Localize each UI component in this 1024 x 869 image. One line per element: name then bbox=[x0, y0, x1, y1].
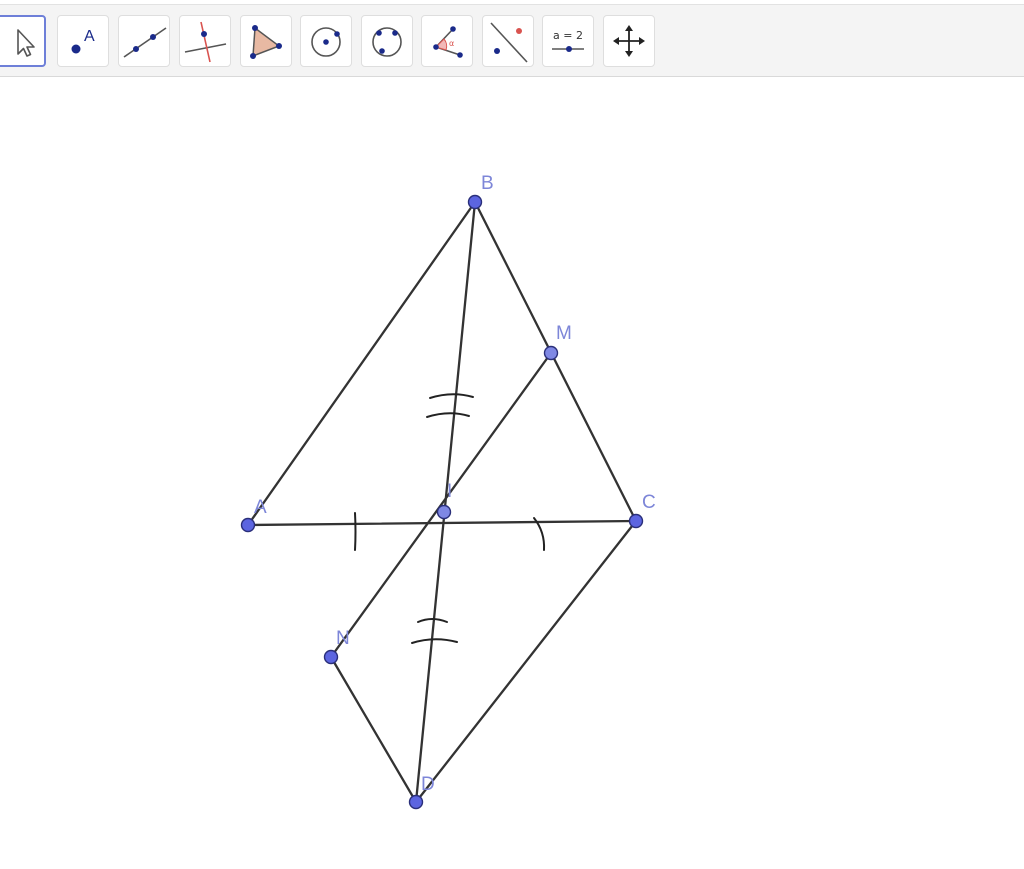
point-label-b: B bbox=[481, 173, 494, 194]
slider-tool-label: a = 2 bbox=[553, 29, 583, 42]
polygon-icon bbox=[250, 25, 282, 59]
slider-icon: a = 2 bbox=[552, 29, 584, 52]
point-c[interactable] bbox=[628, 513, 644, 529]
circle-center-point-tool-button[interactable] bbox=[300, 15, 352, 67]
point-label-c: C bbox=[642, 492, 656, 513]
perpendicular-line-tool-button[interactable] bbox=[179, 15, 231, 67]
point-label-m: M bbox=[556, 323, 572, 344]
segment-ab[interactable] bbox=[246, 200, 477, 527]
geometry-drawing[interactable]: B M A I C N D bbox=[0, 77, 1024, 869]
point-n[interactable] bbox=[323, 649, 339, 665]
graphics-view[interactable]: B M A I C N D bbox=[0, 77, 1024, 869]
point-tool-button[interactable]: A bbox=[57, 15, 109, 67]
double-tick-id-upper bbox=[417, 618, 448, 623]
circle-center-point-icon bbox=[311, 27, 341, 57]
segment-nd[interactable] bbox=[329, 655, 418, 804]
point-i[interactable] bbox=[436, 504, 452, 520]
point-a[interactable] bbox=[240, 517, 256, 533]
geogebra-app: A α a = 2 B M A I C N D bbox=[0, 0, 1024, 869]
polygon-tool-button[interactable] bbox=[240, 15, 292, 67]
segment-bc[interactable] bbox=[473, 200, 638, 523]
slider-tool-button[interactable]: a = 2 bbox=[542, 15, 594, 67]
double-tick-bi-upper bbox=[429, 393, 474, 399]
arrow-cursor-icon bbox=[17, 29, 35, 57]
point-label-a: A bbox=[254, 497, 267, 518]
point-d[interactable] bbox=[408, 794, 424, 810]
toolbar: A α a = 2 bbox=[0, 4, 1024, 77]
tick-mark-ai bbox=[354, 512, 357, 551]
reflect-line-tool-button[interactable] bbox=[482, 15, 534, 67]
angle-icon: α bbox=[433, 26, 463, 58]
move-tool-button[interactable] bbox=[0, 15, 46, 67]
point-label-n: N bbox=[336, 628, 350, 649]
point-icon: A bbox=[71, 28, 95, 54]
circle-three-points-icon bbox=[372, 27, 402, 57]
perpendicular-line-icon bbox=[184, 21, 227, 63]
line-through-two-points-icon bbox=[123, 27, 167, 58]
double-tick-id-lower bbox=[411, 638, 458, 644]
point-b[interactable] bbox=[467, 194, 483, 210]
move-graphics-view-tool-button[interactable] bbox=[603, 15, 655, 67]
point-m[interactable] bbox=[543, 345, 559, 361]
point-label-d: D bbox=[421, 774, 435, 795]
segment-ac[interactable] bbox=[246, 519, 638, 527]
circle-three-points-tool-button[interactable] bbox=[361, 15, 413, 67]
move-graphics-view-icon bbox=[613, 25, 645, 57]
segment-bd[interactable] bbox=[414, 200, 477, 804]
point-label-i: I bbox=[447, 481, 452, 502]
segment-mn[interactable] bbox=[329, 351, 553, 659]
double-tick-bi-lower bbox=[426, 412, 470, 418]
reflect-line-icon bbox=[490, 22, 528, 63]
line-tool-button[interactable] bbox=[118, 15, 170, 67]
segment-cd[interactable] bbox=[414, 519, 638, 804]
angle-tool-button[interactable]: α bbox=[421, 15, 473, 67]
svg-text:α: α bbox=[449, 39, 454, 48]
point-tool-label: A bbox=[84, 28, 95, 45]
